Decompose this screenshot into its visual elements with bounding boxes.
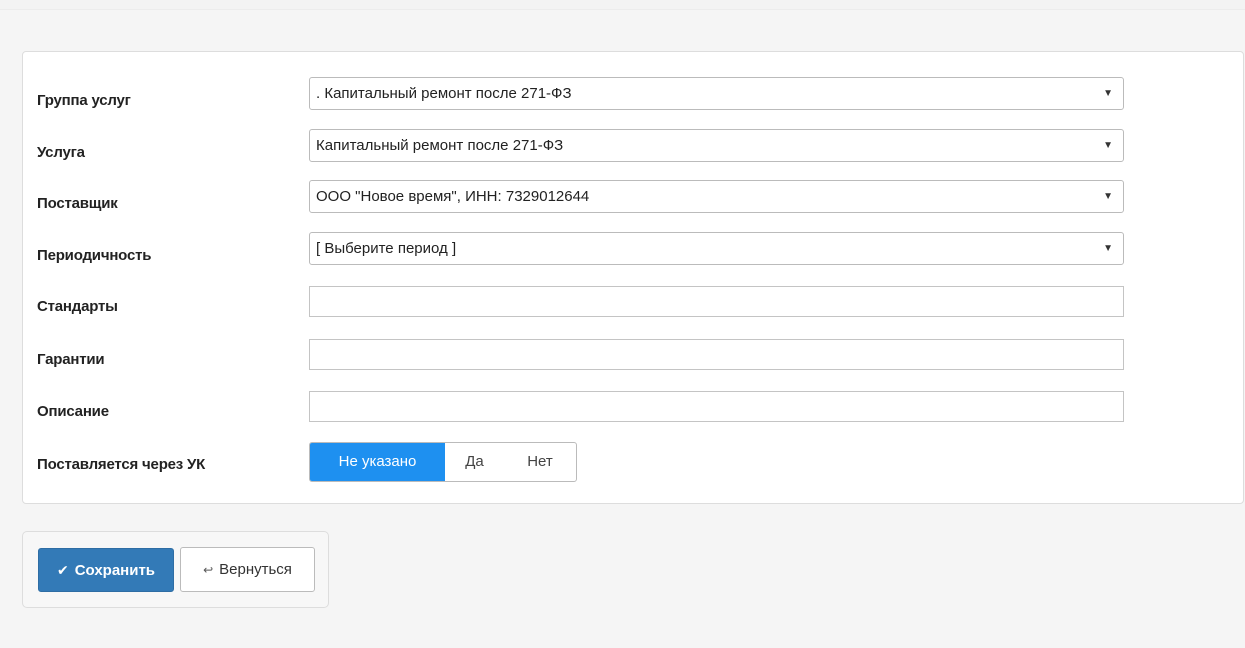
back-button-label: Вернуться xyxy=(219,561,292,578)
back-arrow-icon: ↩ xyxy=(203,563,214,577)
periodicity-label: Периодичность xyxy=(37,247,152,264)
service-form-panel: Группа услуг . Капитальный ремонт после … xyxy=(22,51,1244,504)
save-button[interactable]: ✔ Сохранить xyxy=(38,548,174,592)
row-service: Услуга Капитальный ремонт после 271-ФЗ ▼ xyxy=(23,129,1243,178)
row-description: Описание xyxy=(23,391,1243,437)
row-standards: Стандарты xyxy=(23,286,1243,332)
standards-label: Стандарты xyxy=(37,298,118,315)
via-uk-toggle-group: Не указано Да Нет xyxy=(309,442,577,482)
chevron-down-icon: ▼ xyxy=(1103,243,1113,254)
via-uk-option-yes[interactable]: Да xyxy=(445,443,504,481)
via-uk-option-no[interactable]: Нет xyxy=(504,443,576,481)
service-label: Услуга xyxy=(37,144,85,161)
via-uk-option-unspecified[interactable]: Не указано xyxy=(310,443,445,481)
supplier-value: ООО "Новое время", ИНН: 7329012644 xyxy=(316,188,590,205)
via-uk-label: Поставляется через УК xyxy=(37,456,206,473)
guarantees-input[interactable] xyxy=(309,339,1124,370)
description-label: Описание xyxy=(37,403,109,420)
chevron-down-icon: ▼ xyxy=(1103,140,1113,151)
actions-panel: ✔ Сохранить ↩ Вернуться xyxy=(22,531,329,608)
back-button[interactable]: ↩ Вернуться xyxy=(180,547,315,592)
service-group-select[interactable]: . Капитальный ремонт после 271-ФЗ ▼ xyxy=(309,77,1124,110)
service-value: Капитальный ремонт после 271-ФЗ xyxy=(316,137,564,154)
standards-input[interactable] xyxy=(309,286,1124,317)
row-guarantees: Гарантии xyxy=(23,339,1243,385)
service-select[interactable]: Капитальный ремонт после 271-ФЗ ▼ xyxy=(309,129,1124,162)
top-strip xyxy=(0,0,1245,10)
supplier-label: Поставщик xyxy=(37,195,118,212)
supplier-select[interactable]: ООО "Новое время", ИНН: 7329012644 ▼ xyxy=(309,180,1124,213)
row-supplier: Поставщик ООО "Новое время", ИНН: 732901… xyxy=(23,180,1243,229)
periodicity-value: [ Выберите период ] xyxy=(316,240,457,257)
periodicity-select[interactable]: [ Выберите период ] ▼ xyxy=(309,232,1124,265)
chevron-down-icon: ▼ xyxy=(1103,191,1113,202)
guarantees-label: Гарантии xyxy=(37,351,105,368)
row-service-group: Группа услуг . Капитальный ремонт после … xyxy=(23,77,1243,126)
service-group-value: . Капитальный ремонт после 271-ФЗ xyxy=(316,85,572,102)
row-periodicity: Периодичность [ Выберите период ] ▼ xyxy=(23,232,1243,281)
row-via-uk: Поставляется через УК Не указано Да Нет xyxy=(23,442,1243,490)
page: Группа услуг . Капитальный ремонт после … xyxy=(0,0,1245,648)
service-group-label: Группа услуг xyxy=(37,92,131,109)
check-icon: ✔ xyxy=(56,562,69,578)
description-input[interactable] xyxy=(309,391,1124,422)
save-button-label: Сохранить xyxy=(74,562,156,579)
chevron-down-icon: ▼ xyxy=(1103,88,1113,99)
